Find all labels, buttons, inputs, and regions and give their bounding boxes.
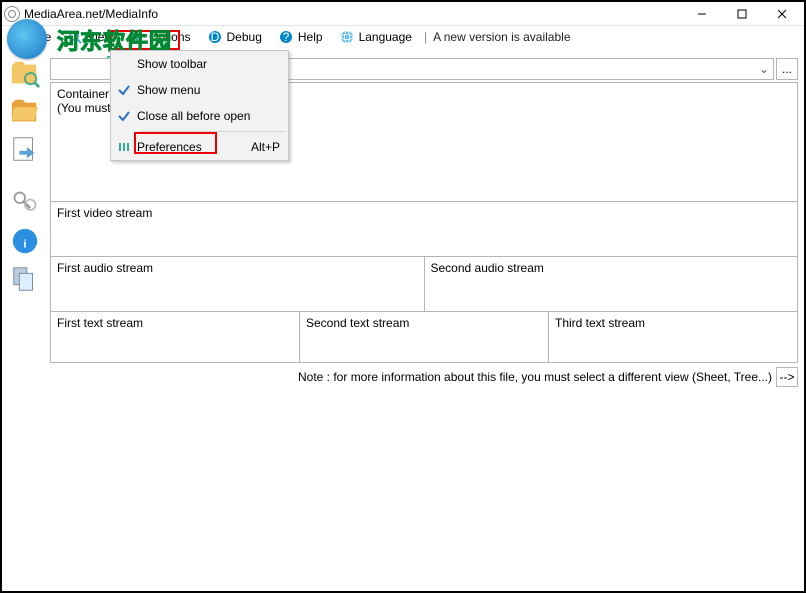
panel-second-audio: Second audio stream [425, 256, 799, 312]
panel-third-text: Third text stream [549, 311, 798, 363]
dropdown-separator [139, 131, 286, 132]
menu-view[interactable]: View [61, 27, 119, 47]
svg-text:?: ? [283, 30, 290, 44]
dropdown-preferences[interactable]: Preferences Alt+P [111, 134, 288, 160]
check-icon [111, 83, 137, 97]
menu-options[interactable]: Options [123, 27, 196, 47]
file-icon [12, 29, 28, 45]
check-icon [111, 109, 137, 123]
panel-second-text: Second text stream [300, 311, 549, 363]
options-icon [129, 29, 145, 45]
panel-second-text-label: Second text stream [306, 316, 409, 330]
chevron-down-icon: ⌄ [759, 62, 769, 76]
panel-first-audio-label: First audio stream [57, 261, 153, 275]
title-bar: MediaArea.net/MediaInfo [2, 2, 804, 26]
menu-options-label: Options [149, 30, 190, 44]
tool-info-button[interactable]: i [9, 225, 41, 257]
menu-file[interactable]: File [6, 27, 57, 47]
browse-button[interactable]: ... [776, 58, 798, 80]
preferences-icon [111, 140, 137, 154]
panel-first-text-label: First text stream [57, 316, 143, 330]
menu-language[interactable]: Language [333, 27, 418, 47]
change-view-button[interactable]: --> [776, 367, 798, 387]
menu-help[interactable]: ? Help [272, 27, 329, 47]
sidebar-toolbar: i [6, 57, 44, 295]
dropdown-preferences-label: Preferences [137, 140, 251, 154]
panel-first-video-label: First video stream [57, 206, 152, 220]
panel-first-text: First text stream [50, 311, 300, 363]
options-dropdown: Show toolbar Show menu Close all before … [110, 50, 289, 161]
dropdown-preferences-shortcut: Alt+P [251, 140, 280, 154]
tool-export-button[interactable] [9, 133, 41, 165]
menu-help-label: Help [298, 30, 323, 44]
menu-language-label: Language [359, 30, 412, 44]
menu-separator: | [424, 30, 427, 44]
tool-copy-button[interactable] [9, 263, 41, 295]
browse-label: ... [782, 62, 792, 76]
tool-settings-button[interactable] [9, 187, 41, 219]
dropdown-close-all[interactable]: Close all before open [111, 103, 288, 129]
debug-icon: D [207, 29, 223, 45]
globe-icon [339, 29, 355, 45]
menu-debug-label: Debug [227, 30, 262, 44]
menu-file-label: File [32, 30, 51, 44]
tool-open-file-button[interactable] [9, 57, 41, 89]
dropdown-show-menu-label: Show menu [137, 83, 280, 97]
svg-text:D: D [210, 30, 219, 44]
menu-view-label: View [87, 30, 113, 44]
close-button[interactable] [762, 3, 802, 25]
dropdown-show-toolbar-label: Show toolbar [137, 57, 280, 71]
menu-debug[interactable]: D Debug [201, 27, 268, 47]
dropdown-show-menu[interactable]: Show menu [111, 77, 288, 103]
note-text: Note : for more information about this f… [298, 370, 772, 384]
dropdown-show-toolbar[interactable]: Show toolbar [111, 51, 288, 77]
panel-third-text-label: Third text stream [555, 316, 645, 330]
panel-second-audio-label: Second audio stream [431, 261, 544, 275]
view-icon [67, 29, 83, 45]
window-title: MediaArea.net/MediaInfo [24, 7, 682, 21]
arrow-label: --> [780, 370, 795, 384]
panel-first-audio: First audio stream [50, 256, 425, 312]
new-version-link[interactable]: A new version is available [433, 30, 570, 44]
maximize-button[interactable] [722, 3, 762, 25]
menu-bar: File View Options D Debug ? Help Languag… [2, 26, 804, 48]
app-icon [4, 6, 20, 22]
dropdown-close-all-label: Close all before open [137, 109, 280, 123]
panel-first-video: First video stream [50, 201, 798, 257]
minimize-button[interactable] [682, 3, 722, 25]
help-icon: ? [278, 29, 294, 45]
tool-open-folder-button[interactable] [9, 95, 41, 127]
svg-text:i: i [23, 239, 26, 251]
